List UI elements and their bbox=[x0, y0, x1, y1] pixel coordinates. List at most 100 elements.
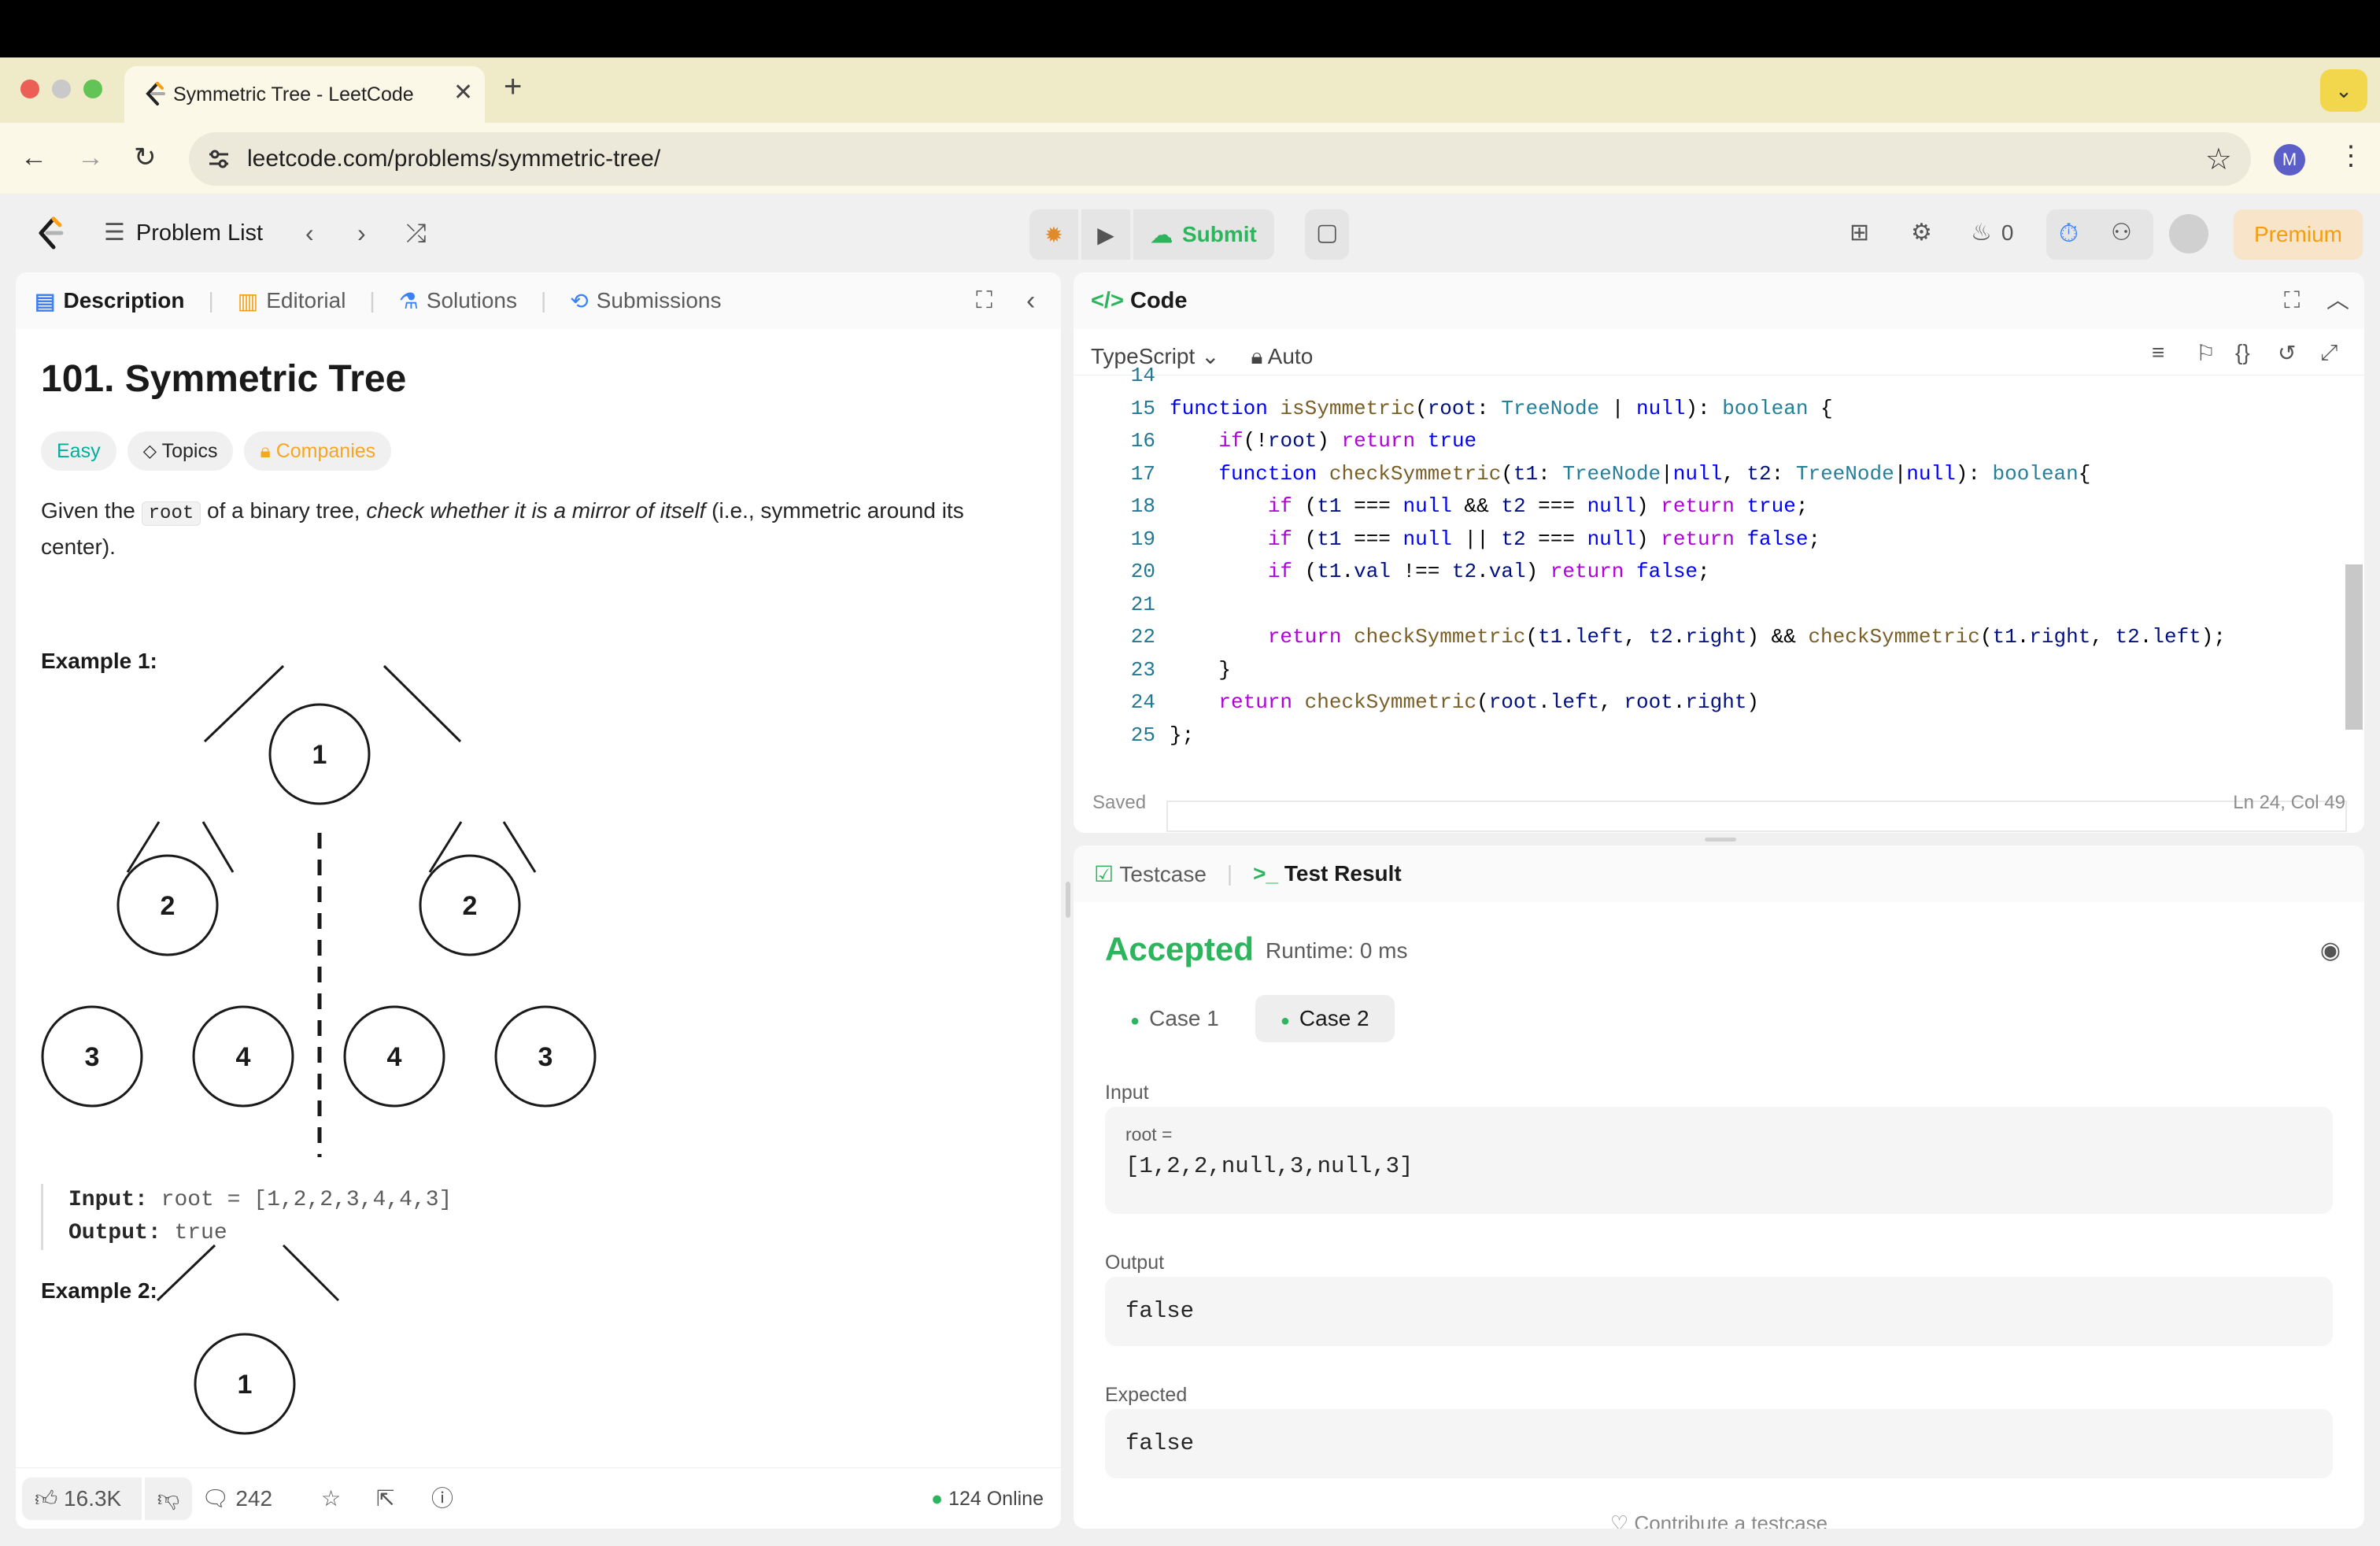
case-1-tab[interactable]: ● Case 1 bbox=[1105, 995, 1244, 1042]
problem-list-button[interactable]: ☰ Problem List bbox=[104, 217, 263, 249]
line-number: 22 bbox=[1130, 625, 1155, 649]
result-tabs: ☑ Testcase | >_ Test Result bbox=[1074, 845, 2364, 902]
vertical-split-handle[interactable] bbox=[1066, 882, 1070, 918]
debug-button[interactable]: ✹ bbox=[1029, 209, 1078, 260]
description-panel: ▤ Description | ▥ Editorial | ⚗ Solutions |… bbox=[16, 272, 1061, 1529]
tab-search-chevron-icon[interactable]: ⌄ bbox=[2320, 69, 2367, 112]
back-arrow-icon[interactable]: ← bbox=[20, 140, 47, 175]
browser-menu-icon[interactable]: ⋮ bbox=[2338, 140, 2364, 172]
premium-button[interactable]: Premium bbox=[2234, 209, 2363, 260]
leetcode-logo-icon[interactable] bbox=[31, 214, 69, 252]
checkbox-icon: ☑ bbox=[1094, 861, 1114, 886]
maximize-panel-icon[interactable]: ⛶ bbox=[976, 287, 992, 314]
layout-icon[interactable]: ⊞ bbox=[1850, 217, 1869, 249]
site-settings-icon[interactable] bbox=[206, 146, 231, 172]
window-minimize-button[interactable] bbox=[52, 80, 71, 98]
input-label: Input bbox=[1105, 1082, 1149, 1104]
heart-icon: ♡ bbox=[1609, 1511, 1629, 1529]
dislike-button[interactable]: 👎︎ bbox=[145, 1478, 192, 1520]
maximize-code-icon[interactable]: ⛶ bbox=[2284, 272, 2300, 329]
line-code: if (t1 === null && t2 === null) return t… bbox=[1267, 494, 1809, 518]
thumbs-down-icon: 👎︎ bbox=[157, 1486, 180, 1511]
line-code: return checkSymmetric(t1.left, t2.right)… bbox=[1267, 625, 2227, 649]
description-footer: 👍︎ 16.3K 👎︎ 🗨︎ 242 ☆ ⇱ ⓘ ● 124 Online bbox=[16, 1467, 1061, 1529]
reload-icon[interactable]: ↻ bbox=[134, 140, 157, 175]
collapse-panel-icon[interactable]: ‹ bbox=[1026, 286, 1035, 316]
online-count: ● 124 Online bbox=[931, 1488, 1044, 1510]
line-number: 16 bbox=[1130, 429, 1155, 453]
tab-separator: | bbox=[1226, 861, 1233, 886]
tab-close-icon[interactable]: ✕ bbox=[453, 79, 473, 106]
streak-button[interactable]: ♨ 0 bbox=[1971, 217, 2013, 249]
tab-test-result[interactable]: >_ Test Result bbox=[1253, 861, 1402, 886]
code-line: 19 if (t1 === null || t2 === null) retur… bbox=[1074, 523, 2333, 555]
expected-box: false bbox=[1105, 1409, 2333, 1478]
bug-icon: ✹ bbox=[1044, 222, 1063, 247]
comments-button[interactable]: 🗨︎ 242 bbox=[201, 1478, 272, 1520]
tree-node-label: 1 bbox=[238, 1370, 253, 1400]
profile-avatar[interactable]: M bbox=[2274, 144, 2305, 176]
save-status: Saved bbox=[1092, 792, 1147, 813]
expected-label: Expected bbox=[1105, 1384, 1188, 1406]
submit-label: Submit bbox=[1182, 222, 1257, 246]
code-icon: </> bbox=[1091, 288, 1124, 313]
play-icon: ▶ bbox=[1097, 222, 1114, 247]
line-number: 15 bbox=[1130, 396, 1155, 420]
tab-title: Symmetric Tree - LeetCode bbox=[173, 83, 414, 105]
line-number: 19 bbox=[1130, 527, 1155, 551]
random-problem-icon[interactable]: ⤮ bbox=[406, 217, 427, 249]
contribute-testcase-link[interactable]: ♡ Contribute a testcase bbox=[1074, 1511, 2364, 1529]
eye-icon[interactable]: ◉ bbox=[2320, 937, 2341, 964]
code-line: 14 bbox=[1074, 360, 2333, 391]
next-problem-icon[interactable]: › bbox=[357, 217, 366, 249]
code-editor[interactable]: 14 15 function isSymmetric(root: TreeNode … bbox=[1074, 364, 2364, 832]
timer-icon[interactable]: ⏱ bbox=[2059, 219, 2079, 249]
terminal-icon: >_ bbox=[1253, 861, 1279, 886]
collapse-code-icon[interactable]: ︿ bbox=[2326, 272, 2349, 329]
tab-testcase[interactable]: ☑ Testcase bbox=[1094, 861, 1207, 887]
add-friend-icon[interactable]: ⚇ bbox=[2111, 219, 2132, 246]
tree-node-label: 3 bbox=[85, 1042, 100, 1072]
window-zoom-button[interactable] bbox=[83, 80, 102, 98]
flame-icon: ♨ bbox=[1971, 220, 1992, 246]
omnibox[interactable]: leetcode.com/problems/symmetric-tree/ ☆ bbox=[189, 132, 2251, 186]
case-2-tab[interactable]: ● Case 2 bbox=[1255, 995, 1395, 1042]
bookmark-star-icon[interactable]: ☆ bbox=[2205, 142, 2232, 177]
line-code: } bbox=[1170, 657, 1232, 682]
test-result-panel: ☑ Testcase | >_ Test Result Accepted Run… bbox=[1074, 845, 2364, 1529]
share-icon[interactable]: ⇱ bbox=[376, 1478, 394, 1520]
user-avatar[interactable] bbox=[2169, 214, 2208, 253]
output-box: false bbox=[1105, 1277, 2333, 1346]
line-code: if (t1 === null || t2 === null) return f… bbox=[1267, 527, 1821, 551]
submit-button[interactable]: ☁ Submit bbox=[1133, 209, 1274, 260]
forward-arrow-icon[interactable]: → bbox=[77, 140, 104, 175]
pass-dot-icon: ● bbox=[1130, 1012, 1140, 1030]
run-button[interactable]: ▶ bbox=[1081, 209, 1130, 260]
favorite-star-icon[interactable]: ☆ bbox=[321, 1478, 341, 1520]
tree-node-label: 1 bbox=[312, 740, 327, 770]
window-close-button[interactable] bbox=[20, 80, 39, 98]
like-button[interactable]: 👍︎ 16.3K bbox=[22, 1478, 142, 1520]
url-text: leetcode.com/problems/symmetric-tree/ bbox=[247, 146, 661, 172]
code-line: 22 return checkSymmetric(t1.left, t2.rig… bbox=[1074, 621, 2333, 653]
prev-problem-icon[interactable]: ‹ bbox=[305, 217, 314, 249]
code-panel: </> Code ⛶ ︿ TypeScript ⌄ 🔒︎ Auto ≡ ⚐ {}… bbox=[1074, 272, 2364, 833]
new-tab-button[interactable]: + bbox=[504, 69, 522, 105]
line-number: 25 bbox=[1130, 723, 1155, 747]
browser-tab[interactable]: Symmetric Tree - LeetCode ✕ bbox=[124, 66, 485, 123]
line-code: if(!root) return true bbox=[1218, 429, 1477, 453]
line-code: }; bbox=[1170, 723, 1195, 747]
case-tabs: ● Case 1 ● Case 2 bbox=[1105, 995, 1395, 1042]
tree-node-label: 2 bbox=[463, 891, 478, 921]
comment-icon: 🗨︎ bbox=[201, 1486, 230, 1511]
help-icon[interactable]: ⓘ bbox=[431, 1478, 453, 1520]
tree-node-label: 4 bbox=[387, 1042, 402, 1072]
notes-button[interactable]: ▢ bbox=[1305, 209, 1349, 260]
code-line: 18 if (t1 === null && t2 === null) retur… bbox=[1074, 490, 2333, 522]
timer-group: ⏱ ⚇ bbox=[2046, 209, 2153, 260]
gear-icon[interactable]: ⚙ bbox=[1911, 217, 1932, 249]
editor-scrollbar[interactable] bbox=[2345, 564, 2363, 730]
thumbs-up-icon: 👍︎ bbox=[35, 1486, 58, 1511]
horizontal-split-handle[interactable] bbox=[1705, 838, 1736, 841]
online-dot-icon: ● bbox=[931, 1488, 949, 1510]
